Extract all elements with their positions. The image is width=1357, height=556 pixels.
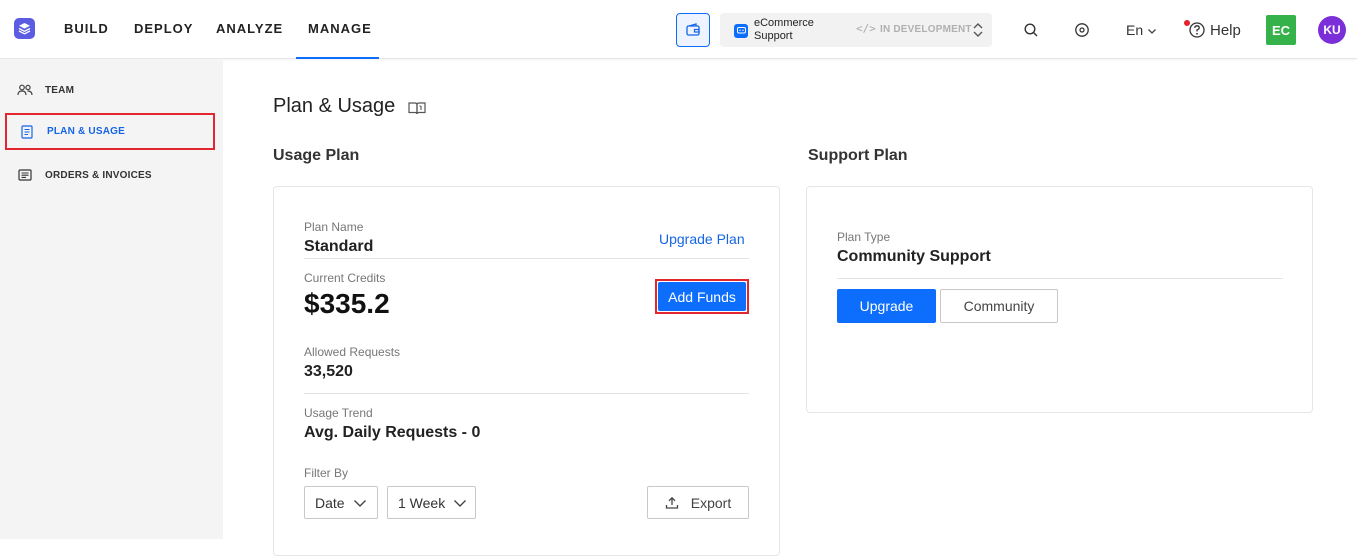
app-status: IN DEVELOPMENT	[880, 24, 972, 35]
language-selector[interactable]: En	[1126, 22, 1157, 38]
allowed-requests-label: Allowed Requests	[304, 345, 401, 359]
sidebar-item-team[interactable]: TEAM	[5, 72, 215, 108]
nav-analyze[interactable]: ANALYZE	[216, 21, 283, 36]
sidebar-item-label: TEAM	[45, 84, 75, 96]
usage-plan-heading: Usage Plan	[273, 147, 360, 164]
user-avatar[interactable]: KU	[1318, 16, 1346, 44]
sidebar: TEAM PLAN & USAGE ORDERS & INVOICES	[0, 60, 223, 539]
plan-name-label: Plan Name	[304, 220, 364, 234]
nav-build[interactable]: BUILD	[64, 21, 109, 36]
filter-by-label: Filter By	[304, 466, 349, 480]
nav-deploy[interactable]: DEPLOY	[134, 21, 193, 36]
page-title: Plan & Usage	[273, 95, 427, 118]
language-label: En	[1126, 22, 1144, 38]
allowed-requests-value: 33,520	[304, 363, 353, 380]
page-title-text: Plan & Usage	[273, 95, 396, 117]
usage-trend-value: Avg. Daily Requests - 0	[304, 424, 481, 441]
divider	[304, 393, 749, 394]
export-label: Export	[690, 494, 732, 511]
help-icon	[1189, 22, 1205, 38]
plan-type-value: Community Support	[837, 248, 991, 265]
add-funds-highlight: Add Funds	[655, 279, 749, 314]
chevron-down-icon	[353, 499, 366, 507]
help-button[interactable]: Help	[1188, 21, 1241, 39]
plan-name-value: Standard	[304, 238, 374, 255]
chatbot-icon	[734, 24, 748, 38]
book-icon[interactable]	[407, 100, 427, 116]
nav-manage[interactable]: MANAGE	[308, 21, 372, 36]
target-icon[interactable]	[1074, 22, 1090, 38]
filter-field-select[interactable]: Date	[304, 486, 378, 519]
top-bar: BUILD DEPLOY ANALYZE MANAGE eCommerce Su…	[0, 0, 1357, 59]
current-credits-label: Current Credits	[304, 271, 386, 285]
plan-type-label: Plan Type	[837, 230, 891, 244]
upgrade-plan-link[interactable]: Upgrade Plan	[659, 231, 745, 247]
search-icon[interactable]	[1023, 22, 1039, 38]
filter-range-select[interactable]: 1 Week	[387, 486, 476, 519]
community-button[interactable]: Community	[940, 289, 1058, 323]
wallet-icon	[686, 23, 700, 36]
sidebar-item-plan-usage[interactable]: PLAN & USAGE	[5, 113, 215, 150]
account-avatar[interactable]: EC	[1266, 15, 1296, 45]
divider	[304, 258, 749, 259]
sidebar-item-orders-invoices[interactable]: ORDERS & INVOICES	[5, 157, 215, 193]
team-icon	[17, 82, 33, 98]
filter-field-value: Date	[315, 494, 345, 511]
code-icon: </>	[856, 22, 876, 35]
filter-range-value: 1 Week	[398, 494, 446, 511]
wallet-button[interactable]	[676, 13, 710, 47]
updown-chevron-icon	[973, 23, 983, 37]
app-name: eCommerce Support	[754, 17, 814, 42]
current-credits-value: $335.2	[304, 288, 390, 319]
chevron-down-icon	[1148, 29, 1156, 34]
sidebar-item-label: PLAN & USAGE	[47, 126, 125, 137]
app-switcher[interactable]: eCommerce Support </> IN DEVELOPMENT	[720, 13, 992, 47]
usage-trend-label: Usage Trend	[304, 406, 373, 420]
divider	[837, 278, 1283, 279]
invoice-icon	[17, 167, 33, 183]
sidebar-item-label: ORDERS & INVOICES	[45, 169, 152, 181]
app-logo-icon[interactable]	[14, 18, 35, 39]
export-button[interactable]: Export	[647, 486, 749, 519]
help-label: Help	[1210, 21, 1241, 39]
chevron-down-icon	[454, 499, 467, 507]
upload-icon	[665, 496, 678, 509]
support-plan-heading: Support Plan	[808, 147, 908, 164]
nav-active-indicator	[296, 57, 379, 59]
document-icon	[19, 124, 35, 140]
add-funds-button[interactable]: Add Funds	[658, 282, 746, 311]
upgrade-support-button[interactable]: Upgrade	[837, 289, 936, 323]
